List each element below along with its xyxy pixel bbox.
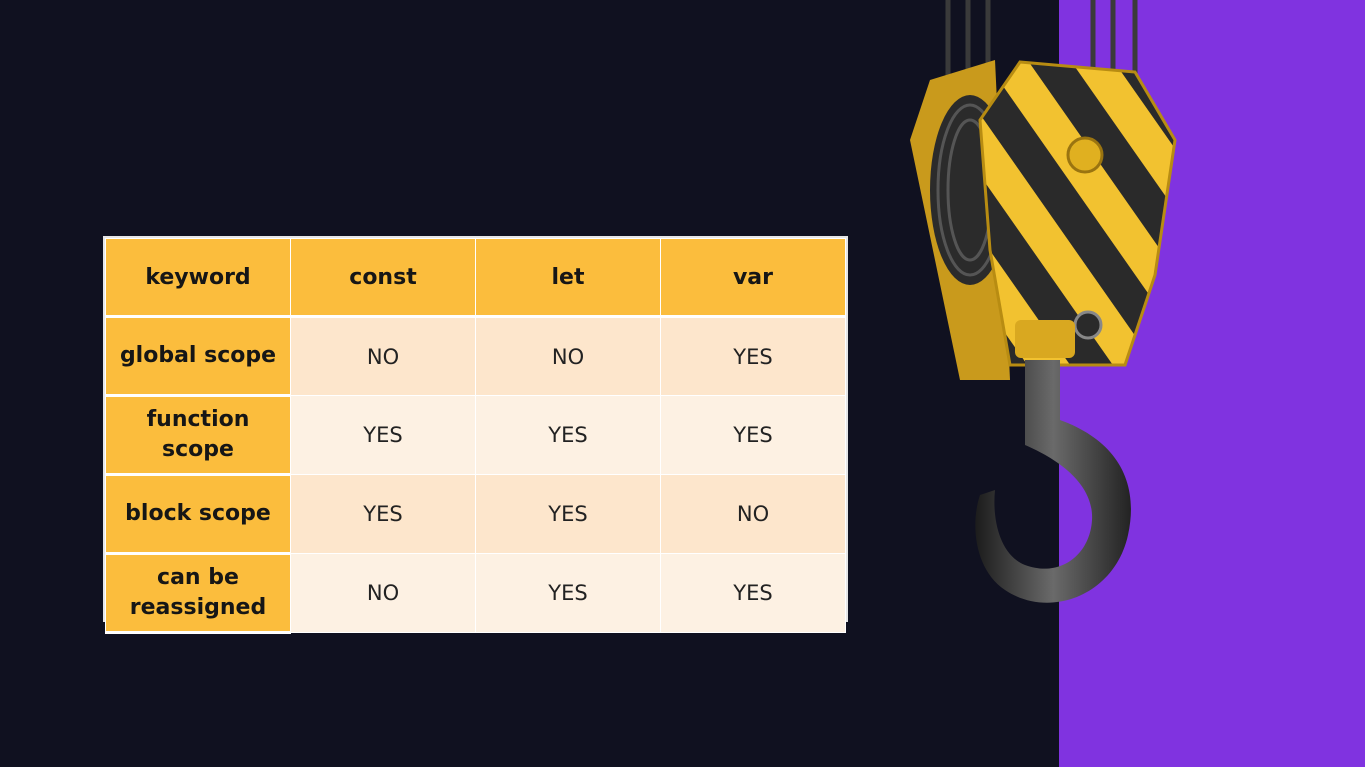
crane-hook-icon: [910, 0, 1177, 603]
table-cell: YES: [290, 474, 476, 554]
row-label: function scope: [105, 395, 291, 476]
row-label: block scope: [105, 474, 291, 555]
table-row: can be reassigned NO YES YES: [105, 553, 846, 634]
table-cell: YES: [475, 474, 661, 554]
header-let: let: [475, 238, 661, 318]
table-cell: YES: [660, 316, 846, 396]
header-var: var: [660, 238, 846, 318]
table-row: function scope YES YES YES: [105, 395, 846, 476]
header-keyword: keyword: [105, 238, 291, 318]
header-row: keyword const let var: [105, 238, 846, 318]
table-cell: YES: [660, 553, 846, 633]
row-label: global scope: [105, 316, 291, 397]
table-cell: NO: [660, 474, 846, 554]
table-row: global scope NO NO YES: [105, 316, 846, 397]
table-cell: NO: [290, 553, 476, 633]
table-row: block scope YES YES NO: [105, 474, 846, 555]
table-cell: YES: [475, 395, 661, 475]
table-cell: YES: [290, 395, 476, 475]
table-cell: YES: [660, 395, 846, 475]
header-const: const: [290, 238, 476, 318]
table-cell: NO: [475, 316, 661, 396]
table-cell: NO: [290, 316, 476, 396]
row-label: can be reassigned: [105, 553, 291, 634]
comparison-table: keyword const let var global scope NO NO…: [103, 236, 848, 634]
table-cell: YES: [475, 553, 661, 633]
